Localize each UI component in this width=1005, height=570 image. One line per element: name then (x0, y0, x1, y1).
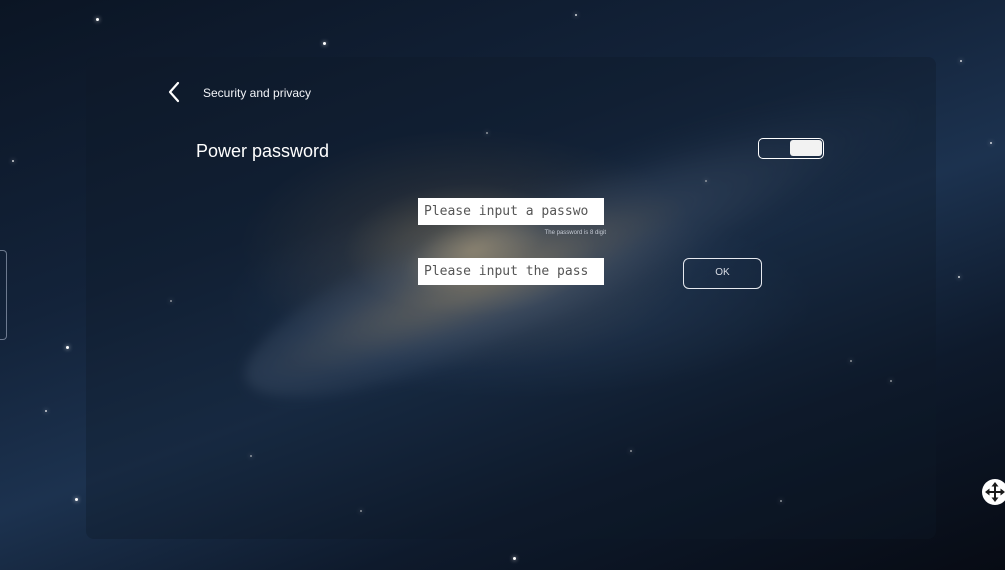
toggle-knob (790, 140, 822, 156)
side-drawer-handle[interactable] (0, 250, 7, 340)
floating-move-button[interactable] (982, 479, 1005, 505)
back-button[interactable] (163, 80, 187, 104)
ok-button[interactable]: OK (683, 258, 762, 289)
password-input[interactable] (418, 198, 604, 225)
confirm-password-input[interactable] (418, 258, 604, 285)
star (958, 276, 960, 278)
star (12, 160, 14, 162)
star (66, 346, 69, 349)
star (45, 410, 47, 412)
star (96, 18, 99, 21)
star (575, 14, 577, 16)
settings-panel (86, 57, 936, 539)
move-arrows-icon (985, 482, 1005, 502)
star (75, 498, 78, 501)
desktop-screen: Security and privacy Power password The … (0, 0, 1005, 570)
star (990, 142, 992, 144)
star (323, 42, 326, 45)
chevron-left-icon (168, 81, 180, 103)
power-password-toggle[interactable] (758, 138, 824, 159)
power-password-label: Power password (196, 141, 330, 161)
password-hint: The password is 8 digit (544, 230, 606, 236)
page-title: Security and privacy (203, 86, 312, 100)
star (960, 60, 962, 62)
star (513, 557, 516, 560)
